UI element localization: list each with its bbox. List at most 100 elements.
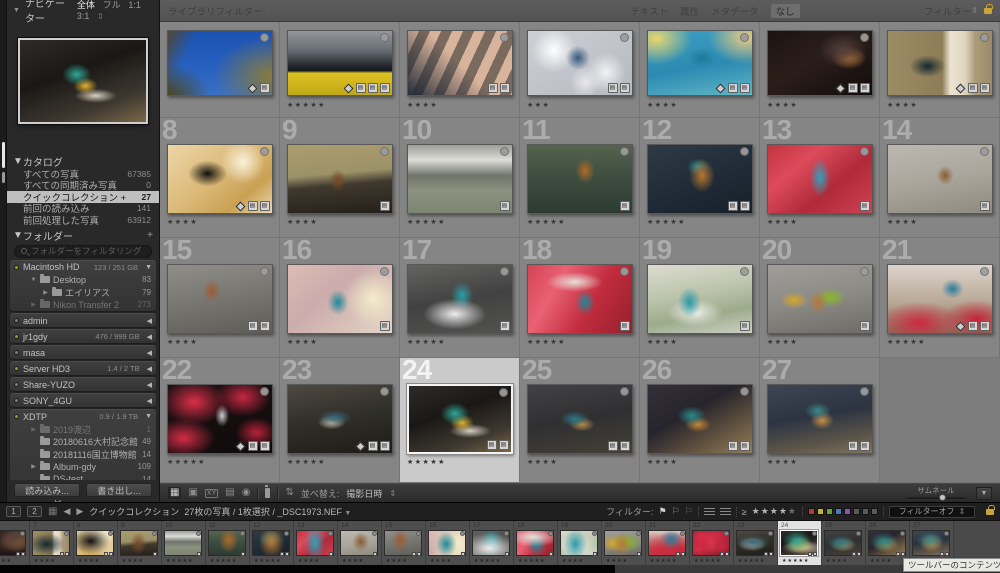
sort-value[interactable]: 撮影日時	[346, 487, 382, 500]
filmstrip-item[interactable]: 23★★★★★	[734, 521, 778, 565]
quick-collection-marker-icon[interactable]	[620, 33, 629, 42]
photo-thumbnail[interactable]: ▤	[767, 144, 873, 214]
collection-badge-icon[interactable]	[835, 83, 845, 93]
add-folder-icon[interactable]: +	[147, 230, 153, 241]
star-rating[interactable]: ★★★★★	[887, 338, 926, 346]
rating-operator-icon[interactable]: ≥	[742, 507, 747, 517]
grid-cell[interactable]: 2▤▤▤★★★★★	[280, 22, 400, 118]
photo-thumbnail[interactable]: ▤	[287, 144, 393, 214]
grid-cell[interactable]: 23▤▤★★★★★	[280, 358, 400, 483]
develop-badge-icon[interactable]: ▤	[620, 441, 630, 451]
quick-collection-marker-icon[interactable]	[860, 147, 869, 156]
folder-disclosure-icon[interactable]: ▶	[42, 289, 49, 296]
source-dropdown-icon[interactable]: ▼	[344, 510, 351, 517]
thumbnail-badge-icon[interactable]	[896, 552, 900, 556]
thumbnail-badge-icon[interactable]	[412, 552, 416, 556]
folder-row[interactable]: ▼Desktop83	[10, 274, 156, 287]
star-rating[interactable]: ★★★★★	[407, 218, 446, 226]
quick-collection-marker-icon[interactable]	[260, 33, 269, 42]
thumbnail-badge-icon[interactable]	[720, 552, 724, 556]
thumbnail-badge-icon[interactable]	[637, 552, 641, 556]
photo-thumbnail[interactable]: ▤▤	[647, 30, 753, 96]
develop-badge-icon[interactable]: ▤	[608, 83, 618, 93]
zoom-1-1-option[interactable]: 1:1	[128, 0, 141, 10]
grid-cell[interactable]: 18▤★★★★★	[520, 238, 640, 358]
develop-badge-icon[interactable]: ▤	[380, 321, 390, 331]
source-indicator[interactable]: クイックコレクション 27枚の写真 / 1枚選択 / _DSC1973.NEF …	[89, 505, 351, 518]
thumbnail-badge-icon[interactable]	[549, 552, 553, 556]
thumbnail-badge-icon[interactable]	[901, 552, 905, 556]
grid-cell[interactable]: 22▤▤★★★★★	[160, 358, 280, 483]
develop-badge-icon[interactable]: ▤	[356, 83, 366, 93]
photo-thumbnail[interactable]: ▤▤	[407, 30, 513, 96]
develop-badge-icon[interactable]: ▤	[848, 83, 858, 93]
scrollbar-thumb-secondary[interactable]	[2, 172, 5, 183]
folder-row[interactable]: ▶Album-gdy109	[10, 461, 156, 474]
filmstrip-item[interactable]: 15★★★★	[382, 521, 426, 565]
forward-arrow-icon[interactable]: ▶	[76, 506, 83, 517]
zoom-fill-option[interactable]: フル	[103, 0, 121, 10]
thumbnail-badge-icon[interactable]	[109, 552, 113, 556]
volume-row[interactable]: Server HD31.4 / 2 TB◀	[10, 362, 156, 375]
loupe-view-icon[interactable]: ▣	[188, 488, 197, 498]
filmstrip-item[interactable]: 7★★★★	[30, 521, 74, 565]
photo-thumbnail[interactable]: ▤▤	[887, 30, 993, 96]
develop-badge-icon[interactable]: ▤	[380, 83, 390, 93]
photo-thumbnail[interactable]: ▤▤	[167, 144, 273, 214]
filmstrip-item[interactable]: 8★★★★	[74, 521, 118, 565]
star-rating[interactable]: ★★★★	[407, 101, 438, 109]
grid-cell[interactable]: 9▤★★★★	[280, 118, 400, 238]
photo-thumbnail[interactable]: ▤▤	[887, 264, 993, 334]
quick-collection-marker-icon[interactable]	[380, 147, 389, 156]
quick-collection-marker-icon[interactable]	[860, 387, 869, 396]
grid-cell[interactable]: 3▤▤★★★★	[400, 22, 520, 118]
volume-disclosure-icon[interactable]: ◀	[147, 381, 152, 389]
star-rating[interactable]: ★★★★	[287, 218, 318, 226]
develop-badge-icon[interactable]: ▤	[980, 201, 990, 211]
develop-badge-icon[interactable]: ▤	[260, 83, 270, 93]
develop-badge-icon[interactable]: ▤	[260, 441, 270, 451]
photo-thumbnail[interactable]: ▤▤	[287, 384, 393, 454]
thumbnail-badge-icon[interactable]	[285, 552, 289, 556]
collapse-triangle-icon[interactable]: ▼	[13, 156, 23, 167]
develop-badge-icon[interactable]: ▤	[248, 321, 258, 331]
filmstrip-item[interactable]: 18★★★★★	[514, 521, 558, 565]
filter-preset-dropdown[interactable]: フィルターオフ⇕	[889, 506, 975, 518]
star-rating[interactable]: ★★★	[527, 101, 550, 109]
develop-badge-icon[interactable]: ▤	[740, 441, 750, 451]
collection-badge-icon[interactable]	[343, 83, 353, 93]
quick-collection-marker-icon[interactable]	[860, 33, 869, 42]
star-rating[interactable]: ★★★★	[167, 338, 198, 346]
photo-thumbnail[interactable]: ▤▤	[527, 30, 633, 96]
thumbnail-badge-icon[interactable]	[676, 552, 680, 556]
develop-badge-icon[interactable]: ▤	[380, 441, 390, 451]
develop-badge-icon[interactable]: ▤	[500, 321, 510, 331]
thumbnail-badge-icon[interactable]	[197, 552, 201, 556]
zoom-3-1-option[interactable]: 3:1	[77, 11, 90, 21]
volume-row[interactable]: masa◀	[10, 346, 156, 359]
sort-direction-icon[interactable]: ⇅	[285, 488, 293, 498]
grid-cell[interactable]: 19▤★★★★	[640, 238, 760, 358]
photo-thumbnail[interactable]: ▤	[527, 264, 633, 334]
thumbnail-badge-icon[interactable]	[153, 552, 157, 556]
thumbnail-badge-icon[interactable]	[813, 552, 817, 556]
grid-cell[interactable]: 20▤★★★★	[760, 238, 880, 358]
filmstrip-item[interactable]: 24★★★★★	[778, 521, 822, 565]
thumbnail-badge-icon[interactable]	[593, 552, 597, 556]
grid-cell[interactable]: 21▤▤★★★★★	[880, 238, 1000, 358]
quick-collection-marker-icon[interactable]	[740, 33, 749, 42]
grid-cell[interactable]: 25▤▤★★★★	[520, 358, 640, 483]
develop-badge-icon[interactable]: ▤	[620, 201, 630, 211]
filter-mode-テキスト[interactable]: テキスト	[630, 4, 668, 18]
grid-cell[interactable]: 1▤	[160, 22, 280, 118]
develop-badge-icon[interactable]: ▤	[620, 83, 630, 93]
photo-thumbnail[interactable]: ▤	[407, 144, 513, 214]
filmstrip-item[interactable]: 20★★★★	[602, 521, 646, 565]
filmstrip-item[interactable]: 16★★★★	[426, 521, 470, 565]
develop-badge-icon[interactable]: ▤	[860, 201, 870, 211]
develop-badge-icon[interactable]: ▤	[728, 83, 738, 93]
filmstrip-item[interactable]: 19★★★★	[558, 521, 602, 565]
develop-badge-icon[interactable]: ▤	[728, 441, 738, 451]
navigator-preview[interactable]	[18, 38, 148, 124]
filter-mode-属性[interactable]: 属性	[680, 4, 699, 18]
